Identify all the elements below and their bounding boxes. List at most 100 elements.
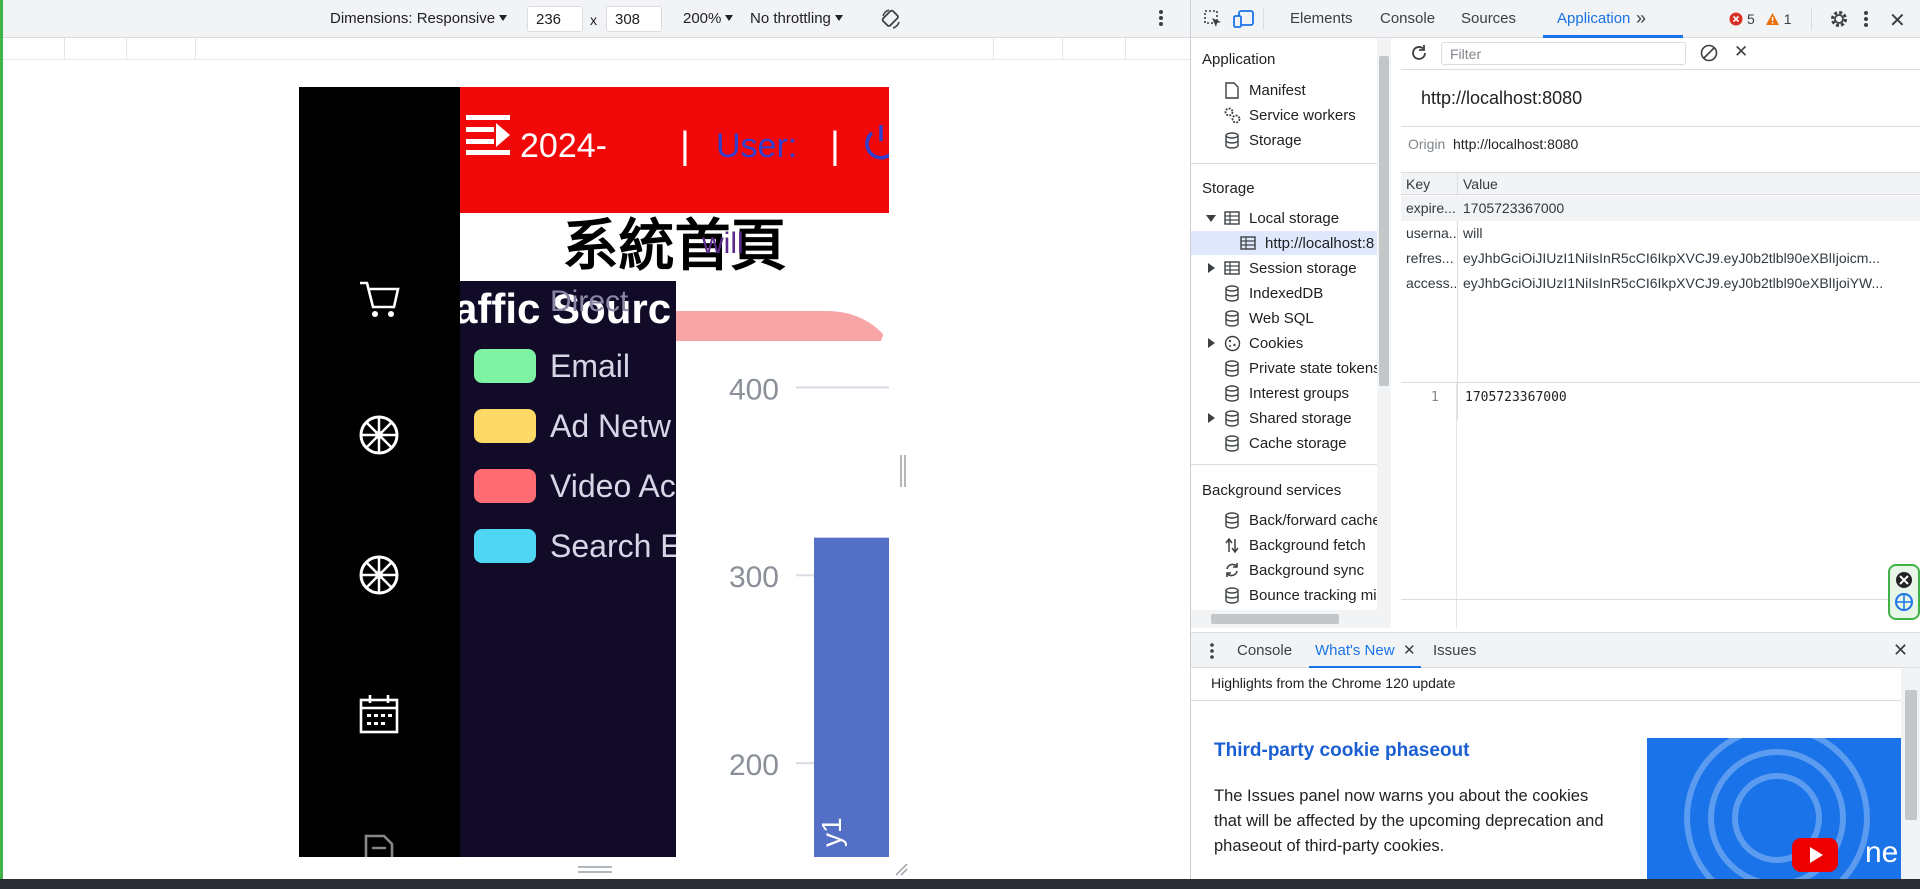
emulated-viewport[interactable]: 2024- | User: | 系統首頁 affic Sourc Direct … xyxy=(299,87,889,857)
scrollbar-thumb[interactable] xyxy=(1211,614,1339,624)
sidebar-item-web-sql[interactable]: Web SQL xyxy=(1223,306,1314,330)
column-header-value[interactable]: Value xyxy=(1463,176,1498,192)
tab-sources[interactable]: Sources xyxy=(1461,10,1516,27)
expand-triangle-icon[interactable] xyxy=(1205,338,1217,348)
close-drawer-icon[interactable]: ✕ xyxy=(1893,640,1908,661)
extension-widget[interactable] xyxy=(1888,564,1920,620)
corner-resize-icon[interactable] xyxy=(894,862,908,876)
preview-divider xyxy=(1401,382,1920,383)
sidebar-item-background-sync[interactable]: Background sync xyxy=(1223,558,1364,582)
sidebar-item-localhost-origin[interactable]: http://localhost:8 xyxy=(1191,231,1377,255)
tab-application[interactable]: Application xyxy=(1557,10,1630,27)
sidebar-item-back-forward-cache[interactable]: Back/forward cache xyxy=(1223,508,1381,532)
wheel-icon[interactable] xyxy=(356,412,402,458)
expand-triangle-icon[interactable] xyxy=(1205,214,1217,222)
sidebar-item-cache-storage[interactable]: Cache storage xyxy=(1223,431,1347,455)
calendar-icon[interactable] xyxy=(356,692,402,738)
sidebar-item-interest-groups[interactable]: Interest groups xyxy=(1223,381,1349,405)
rotate-icon[interactable] xyxy=(880,8,902,30)
header-date: 2024- xyxy=(520,127,607,165)
refresh-icon[interactable] xyxy=(1410,44,1428,62)
drawer-tab-console[interactable]: Console xyxy=(1237,642,1292,659)
sidebar-item-manifest[interactable]: Manifest xyxy=(1223,78,1306,102)
error-count-badge[interactable]: 5 1 xyxy=(1729,11,1792,27)
video-thumbnail[interactable]: ne xyxy=(1647,738,1901,880)
sidebar-item-indexeddb[interactable]: IndexedDB xyxy=(1223,281,1323,305)
bar-y1[interactable] xyxy=(814,537,889,857)
drawer-tab-issues[interactable]: Issues xyxy=(1433,642,1476,659)
table-row[interactable]: expire... 1705723367000 xyxy=(1401,196,1920,221)
legend-item-ad-network[interactable]: Ad Netw xyxy=(474,408,671,444)
throttling-dropdown[interactable]: No throttling xyxy=(750,10,843,27)
sidebar-item-label: Interest groups xyxy=(1249,384,1350,402)
inspect-element-icon[interactable] xyxy=(1203,9,1223,29)
more-options-icon[interactable] xyxy=(1158,8,1164,28)
drawer-tab-whats-new[interactable]: What's New xyxy=(1315,642,1395,659)
dimensions-dropdown[interactable]: Dimensions: Responsive xyxy=(330,10,508,27)
zoom-label: 200% xyxy=(683,10,722,27)
zoom-dropdown[interactable]: 200% xyxy=(683,10,734,27)
document-icon[interactable] xyxy=(356,832,402,857)
delete-selected-icon[interactable]: ✕ xyxy=(1734,42,1748,62)
dimensions-label: Dimensions: Responsive xyxy=(330,10,496,27)
device-width-input[interactable]: 236 xyxy=(527,6,583,32)
close-tab-icon[interactable]: ✕ xyxy=(1403,641,1416,659)
table-row[interactable]: refres... eyJhbGciOiJIUzI1NiIsInR5cCI6Ik… xyxy=(1401,246,1920,271)
table-row[interactable]: access... eyJhbGciOiJIUzI1NiIsInR5cCI6Ik… xyxy=(1401,271,1920,296)
clear-all-icon[interactable] xyxy=(1700,44,1718,62)
customize-menu-icon[interactable] xyxy=(1863,9,1869,29)
up-down-arrows-icon xyxy=(1223,536,1241,554)
legend-item-search-engine[interactable]: Search Er xyxy=(474,528,676,564)
media-query-ruler[interactable] xyxy=(0,38,1190,60)
youtube-play-icon[interactable] xyxy=(1792,838,1838,872)
table-row[interactable]: userna... will xyxy=(1401,221,1920,246)
viewport-resize-handle[interactable] xyxy=(578,866,612,874)
sidebar-vertical-scrollbar[interactable] xyxy=(1377,38,1391,628)
database-icon xyxy=(1223,359,1241,377)
device-height-input[interactable]: 308 xyxy=(606,6,662,32)
expand-triangle-icon[interactable] xyxy=(1205,413,1217,423)
sidebar-item-private-state-tokens[interactable]: Private state tokens xyxy=(1223,356,1381,380)
more-tabs-icon[interactable]: » xyxy=(1636,8,1646,29)
wheel-icon[interactable] xyxy=(356,552,402,598)
device-toggle-icon[interactable] xyxy=(1233,9,1255,29)
sidebar-item-label: Cookies xyxy=(1249,334,1304,352)
section-storage: Storage xyxy=(1202,180,1255,197)
drawer-scrollbar[interactable] xyxy=(1901,668,1920,880)
settings-gear-icon[interactable] xyxy=(1829,9,1849,29)
tab-elements[interactable]: Elements xyxy=(1290,10,1353,27)
column-header-key[interactable]: Key xyxy=(1406,176,1430,192)
viewport-resize-handle[interactable] xyxy=(900,455,906,487)
warning-icon xyxy=(1765,13,1779,25)
tab-console[interactable]: Console xyxy=(1380,10,1435,27)
sidebar-item-bounce-tracking[interactable]: Bounce tracking mi xyxy=(1223,583,1377,607)
menu-toggle-icon[interactable] xyxy=(466,115,512,155)
sidebar-item-cookies[interactable]: Cookies xyxy=(1205,331,1303,355)
sidebar-item-background-fetch[interactable]: Background fetch xyxy=(1223,533,1366,557)
legend-item-email[interactable]: Email xyxy=(474,348,630,384)
sidebar-horizontal-scrollbar[interactable] xyxy=(1191,610,1377,628)
drawer-menu-icon[interactable] xyxy=(1209,642,1215,660)
origin-value: http://localhost:8080 xyxy=(1453,136,1579,152)
application-sidebar: Application Manifest Service workers Sto… xyxy=(1191,38,1382,628)
sidebar-item-local-storage[interactable]: Local storage xyxy=(1205,206,1339,230)
legend-item-partial: Direct xyxy=(550,285,629,318)
local-storage-panel: Filter ✕ http://localhost:8080 Origin ht… xyxy=(1401,38,1920,628)
value-preview: 1705723367000 xyxy=(1465,390,1567,405)
close-devtools-icon[interactable]: ✕ xyxy=(1889,8,1906,33)
sidebar-item-session-storage[interactable]: Session storage xyxy=(1205,256,1357,280)
expand-triangle-icon[interactable] xyxy=(1205,263,1217,273)
sidebar-item-label: Session storage xyxy=(1249,259,1357,277)
scrollbar-thumb[interactable] xyxy=(1905,690,1917,820)
filter-input[interactable]: Filter xyxy=(1441,42,1686,65)
power-icon[interactable] xyxy=(863,123,889,161)
legend-item-video-ads[interactable]: Video Ac xyxy=(474,468,676,504)
devtools-tabbar: Elements Console Sources Application » 5… xyxy=(1191,0,1920,38)
article-title[interactable]: Third-party cookie phaseout xyxy=(1214,740,1469,762)
bar-chart-svg: 400 300 200 y1 xyxy=(676,281,889,857)
sidebar-item-storage[interactable]: Storage xyxy=(1223,128,1302,152)
sidebar-item-shared-storage[interactable]: Shared storage xyxy=(1205,406,1352,430)
scrollbar-thumb[interactable] xyxy=(1379,56,1389,386)
sidebar-item-service-workers[interactable]: Service workers xyxy=(1223,103,1356,127)
cart-icon[interactable] xyxy=(356,275,402,321)
